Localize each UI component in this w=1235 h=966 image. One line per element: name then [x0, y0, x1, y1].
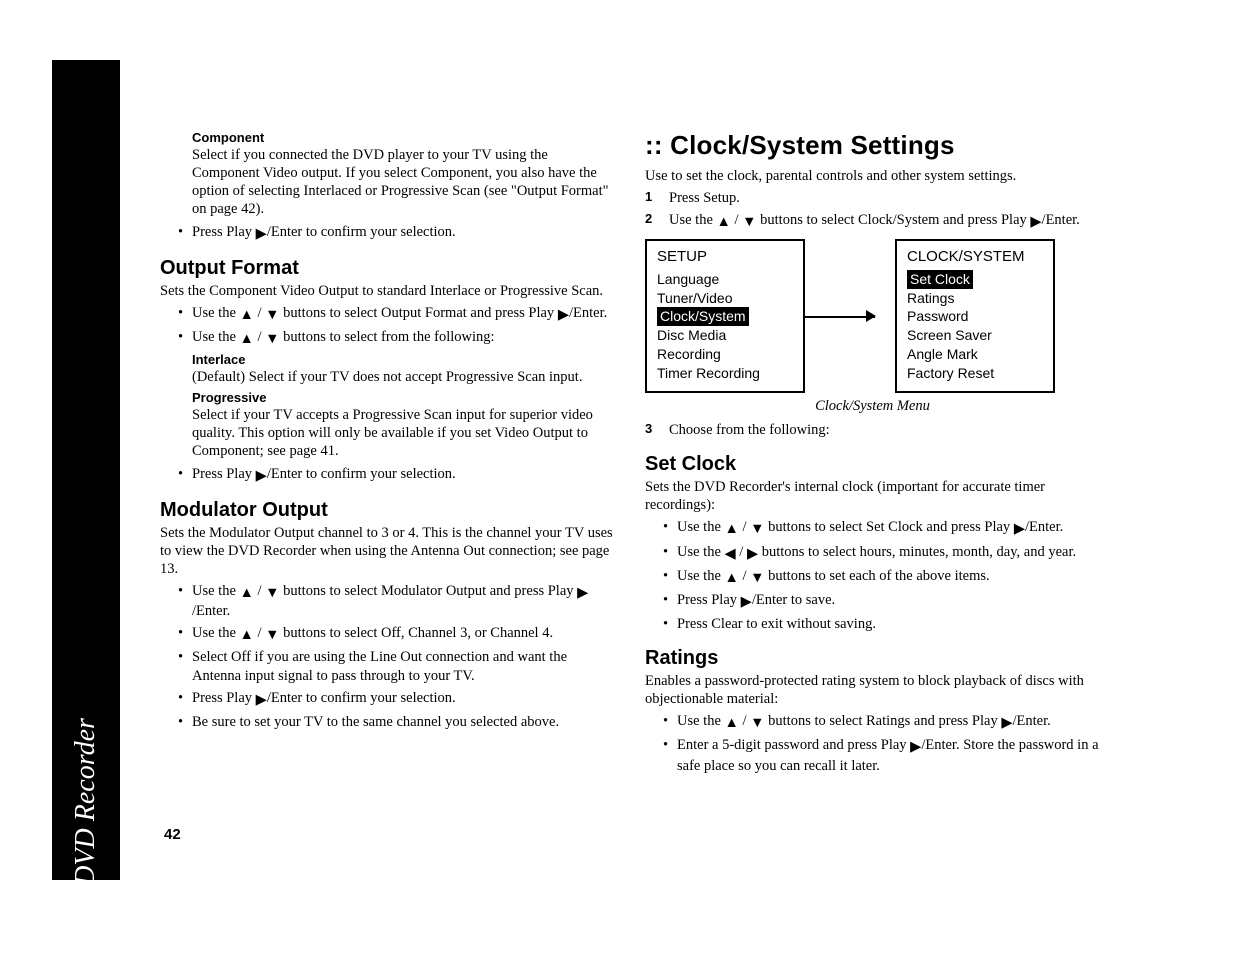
- up-icon: ▲: [725, 520, 739, 538]
- component-heading: Component: [192, 130, 615, 145]
- clock-system-intro: Use to set the clock, parental controls …: [645, 167, 1100, 185]
- figure-caption: Clock/System Menu: [645, 397, 1100, 415]
- play-icon: ▶: [741, 593, 752, 611]
- component-confirm: Press Play ▶/Enter to confirm your selec…: [178, 223, 615, 243]
- arrow-right-icon: [825, 306, 875, 326]
- play-icon: ▶: [1030, 213, 1041, 231]
- ratings-body: Enables a password-protected rating syst…: [645, 672, 1100, 708]
- play-icon: ▶: [910, 738, 921, 756]
- interlace-heading: Interlace: [192, 352, 615, 367]
- setup-menu: SETUP Language Tuner/VideoClock/SystemDis…: [645, 239, 805, 393]
- play-icon: ▶: [1014, 520, 1025, 538]
- up-icon: ▲: [717, 213, 731, 231]
- page-number: 42: [164, 826, 181, 843]
- setup-menu-title: SETUP: [657, 247, 793, 267]
- cs-step-2: 2Use the ▲ / ▼ buttons to select Clock/S…: [645, 211, 1100, 231]
- down-icon: ▼: [742, 213, 756, 231]
- sc-step-3: Use the ▲ / ▼ buttons to set each of the…: [663, 567, 1100, 587]
- left-icon: ◀: [725, 545, 736, 563]
- menu-item: Factory Reset: [907, 365, 994, 381]
- play-icon: ▶: [1001, 714, 1012, 732]
- interlace-body: (Default) Select if your TV does not acc…: [192, 368, 615, 386]
- down-icon: ▼: [265, 306, 279, 324]
- output-format-heading: Output Format: [160, 257, 615, 280]
- down-icon: ▼: [750, 714, 764, 732]
- play-icon: ▶: [256, 691, 267, 709]
- cs-step-3: 3Choose from the following:: [645, 421, 1100, 439]
- setclock-body: Sets the DVD Recorder's internal clock (…: [645, 478, 1100, 514]
- up-icon: ▲: [725, 569, 739, 587]
- menu-item: Disc Media: [657, 327, 726, 343]
- of-step-1: Use the ▲ / ▼ buttons to select Output F…: [178, 304, 615, 324]
- up-icon: ▲: [240, 584, 254, 602]
- progressive-heading: Progressive: [192, 390, 615, 405]
- play-icon: ▶: [577, 584, 588, 602]
- of-confirm: Press Play ▶/Enter to confirm your selec…: [178, 465, 615, 485]
- menu-item: Angle Mark: [907, 346, 978, 362]
- r-step-1: Use the ▲ / ▼ buttons to select Ratings …: [663, 712, 1100, 732]
- down-icon: ▼: [750, 569, 764, 587]
- sc-step-5: Press Clear to exit without saving.: [663, 615, 1100, 633]
- up-icon: ▲: [240, 306, 254, 324]
- menu-item: Password: [907, 308, 968, 324]
- r-step-2: Enter a 5-digit password and press Play …: [663, 736, 1100, 774]
- menu-item: Screen Saver: [907, 327, 992, 343]
- clock-system-heading: :: Clock/System Settings: [645, 130, 1100, 161]
- cs-step-1: 1Press Setup.: [645, 189, 1100, 207]
- clocksystem-menu: CLOCK/SYSTEM Set ClockRatings Password Scr…: [895, 239, 1055, 393]
- mo-step-3: Select Off if you are using the Line Out…: [178, 648, 615, 684]
- menu-item: Set Clock: [907, 270, 973, 289]
- down-icon: ▼: [750, 520, 764, 538]
- up-icon: ▲: [240, 626, 254, 644]
- clocksystem-menu-title: CLOCK/SYSTEM: [907, 247, 1043, 267]
- output-format-body: Sets the Component Video Output to stand…: [160, 282, 615, 300]
- mo-step-5: Be sure to set your TV to the same chann…: [178, 713, 615, 731]
- component-body: Select if you connected the DVD player t…: [192, 146, 615, 219]
- menu-item: Ratings: [907, 290, 954, 306]
- menu-item: Timer Recording: [657, 365, 760, 381]
- mo-step-4: Press Play ▶/Enter to confirm your selec…: [178, 689, 615, 709]
- mo-step-1: Use the ▲ / ▼ buttons to select Modulato…: [178, 582, 615, 620]
- menu-item: Tuner/Video: [657, 290, 733, 306]
- up-icon: ▲: [240, 330, 254, 348]
- play-icon: ▶: [558, 306, 569, 324]
- sc-step-4: Press Play ▶/Enter to save.: [663, 591, 1100, 611]
- down-icon: ▼: [265, 330, 279, 348]
- setclock-heading: Set Clock: [645, 453, 1100, 476]
- sc-step-1: Use the ▲ / ▼ buttons to select Set Cloc…: [663, 518, 1100, 538]
- menu-item: Recording: [657, 346, 721, 362]
- play-icon: ▶: [256, 225, 267, 243]
- down-icon: ▼: [265, 626, 279, 644]
- of-step-2: Use the ▲ / ▼ buttons to select from the…: [178, 328, 615, 348]
- play-icon: ▶: [256, 467, 267, 485]
- up-icon: ▲: [725, 714, 739, 732]
- sidebar: R6530 DVD Recorder: [52, 60, 120, 880]
- down-icon: ▼: [265, 584, 279, 602]
- menu-item: Clock/System: [657, 307, 749, 326]
- menu-figure: SETUP Language Tuner/VideoClock/SystemDis…: [645, 239, 1100, 393]
- left-column: Component Select if you connected the DV…: [160, 130, 615, 779]
- right-icon: ▶: [747, 545, 758, 563]
- modulator-body: Sets the Modulator Output channel to 3 o…: [160, 524, 615, 578]
- mo-step-2: Use the ▲ / ▼ buttons to select Off, Cha…: [178, 624, 615, 644]
- page-content: Component Select if you connected the DV…: [160, 130, 1100, 779]
- modulator-heading: Modulator Output: [160, 499, 615, 522]
- progressive-body: Select if your TV accepts a Progressive …: [192, 406, 615, 460]
- ratings-heading: Ratings: [645, 647, 1100, 670]
- sc-step-2: Use the ◀ / ▶ buttons to select hours, m…: [663, 543, 1100, 563]
- right-column: :: Clock/System Settings Use to set the …: [645, 130, 1100, 779]
- menu-item: Language: [657, 271, 719, 287]
- sidebar-title: R6530 DVD Recorder: [70, 718, 102, 966]
